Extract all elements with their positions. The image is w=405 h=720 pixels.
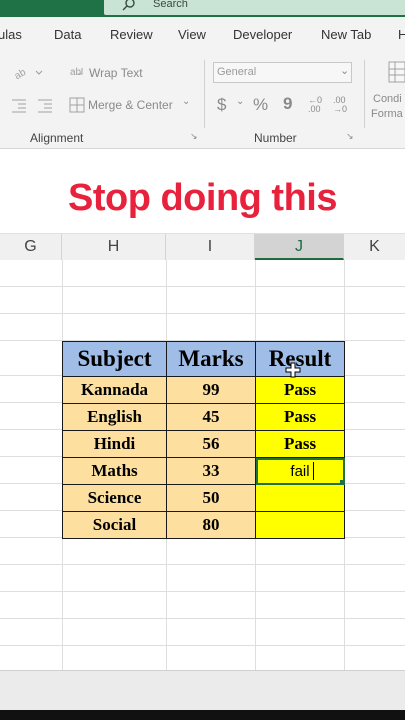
chevron-down-icon[interactable]: ⌄ xyxy=(236,96,244,107)
fill-handle[interactable] xyxy=(340,480,345,485)
cell-marks[interactable]: 99 xyxy=(166,376,256,404)
cell-subject[interactable]: Social xyxy=(62,511,167,539)
header-cell-marks[interactable]: Marks xyxy=(166,341,256,377)
column-header-k[interactable]: K xyxy=(344,234,405,260)
table-row: Hindi 56 Pass xyxy=(62,430,345,458)
merge-center-icon[interactable] xyxy=(69,97,85,113)
wrap-text-icon[interactable]: ab xyxy=(70,64,86,80)
active-cell-result[interactable]: fail xyxy=(255,457,345,485)
increase-decimal-button[interactable]: ←0 .00 xyxy=(308,96,328,114)
column-headers: G H I J K xyxy=(0,233,405,261)
dialog-launcher-icon[interactable]: ↘ xyxy=(346,131,354,142)
orientation-icon[interactable]: ab xyxy=(12,64,44,82)
video-frame-edge xyxy=(0,710,405,720)
cell-subject[interactable]: Kannada xyxy=(62,376,167,404)
currency-button[interactable]: $ xyxy=(217,95,226,115)
conditional-formatting-label-2[interactable]: Forma xyxy=(371,108,403,120)
column-header-i[interactable]: I xyxy=(166,234,255,260)
video-caption-heading: Stop doing this xyxy=(67,177,338,219)
group-label-alignment: Alignment xyxy=(30,131,84,145)
grid-line xyxy=(0,618,405,619)
column-header-h[interactable]: H xyxy=(62,234,166,260)
table-row: Social 80 xyxy=(62,511,345,539)
table-row: Maths 33 fail xyxy=(62,457,345,485)
conditional-formatting-label-1[interactable]: Condi xyxy=(373,93,402,105)
merge-center-button[interactable]: Merge & Center xyxy=(88,98,173,112)
grid-line xyxy=(0,286,405,287)
tab-review[interactable]: Review xyxy=(110,27,153,42)
cell-cursor-icon xyxy=(285,362,301,378)
cell-marks[interactable]: 80 xyxy=(166,511,256,539)
table-header-row: Subject Marks Result xyxy=(62,341,345,377)
header-cell-subject[interactable]: Subject xyxy=(62,341,167,377)
cell-result[interactable]: Pass xyxy=(255,403,345,431)
column-header-g[interactable]: G xyxy=(0,234,62,260)
cell-marks[interactable]: 45 xyxy=(166,403,256,431)
wrap-text-button[interactable]: Wrap Text xyxy=(89,66,143,80)
chevron-down-icon[interactable]: ⌄ xyxy=(182,96,190,107)
tab-help[interactable]: H xyxy=(398,27,405,42)
search-icon xyxy=(122,0,135,11)
dialog-launcher-icon[interactable]: ↘ xyxy=(190,131,198,142)
cell-marks[interactable]: 33 xyxy=(166,457,256,485)
tab-data[interactable]: Data xyxy=(54,27,81,42)
cell-subject[interactable]: English xyxy=(62,403,167,431)
sheet-tabs-bar xyxy=(0,670,405,711)
chevron-down-icon: ⌄ xyxy=(340,65,350,77)
percent-button[interactable]: % xyxy=(253,95,268,115)
group-separator xyxy=(204,60,205,128)
number-format-value: General xyxy=(217,66,257,78)
svg-text:ab: ab xyxy=(70,67,82,78)
group-separator xyxy=(364,60,365,128)
grid-line xyxy=(0,645,405,646)
comma-style-button[interactable]: 9 xyxy=(283,94,292,114)
grid-line xyxy=(0,564,405,565)
tab-developer[interactable]: Developer xyxy=(233,27,292,42)
column-header-j[interactable]: J xyxy=(255,234,344,260)
search-placeholder[interactable]: Search xyxy=(153,0,188,10)
grid-line xyxy=(0,591,405,592)
text-caret xyxy=(313,462,314,480)
decrease-decimal-button[interactable]: .00 →0 xyxy=(333,96,353,114)
tab-view[interactable]: View xyxy=(178,27,206,42)
grid-line xyxy=(0,313,405,314)
table-row: Science 50 xyxy=(62,484,345,512)
table-row: Kannada 99 Pass xyxy=(62,376,345,404)
cell-subject[interactable]: Science xyxy=(62,484,167,512)
cell-result[interactable]: Pass xyxy=(255,430,345,458)
group-label-number: Number xyxy=(254,131,297,145)
cell-result[interactable] xyxy=(255,484,345,512)
cell-marks[interactable]: 56 xyxy=(166,430,256,458)
marks-table: Subject Marks Result Kannada 99 Pass Eng… xyxy=(62,341,345,539)
table-row: English 45 Pass xyxy=(62,403,345,431)
cell-result[interactable]: Pass xyxy=(255,376,345,404)
conditional-formatting-icon[interactable] xyxy=(388,60,405,84)
cell-subject[interactable]: Hindi xyxy=(62,430,167,458)
svg-text:ab: ab xyxy=(13,67,29,82)
tab-formulas[interactable]: ulas xyxy=(0,27,22,42)
tab-new-tab[interactable]: New Tab xyxy=(321,27,371,42)
cell-marks[interactable]: 50 xyxy=(166,484,256,512)
search-box[interactable] xyxy=(104,0,405,15)
cell-result[interactable] xyxy=(255,511,345,539)
indent-icons[interactable] xyxy=(12,97,56,113)
cell-subject[interactable]: Maths xyxy=(62,457,167,485)
